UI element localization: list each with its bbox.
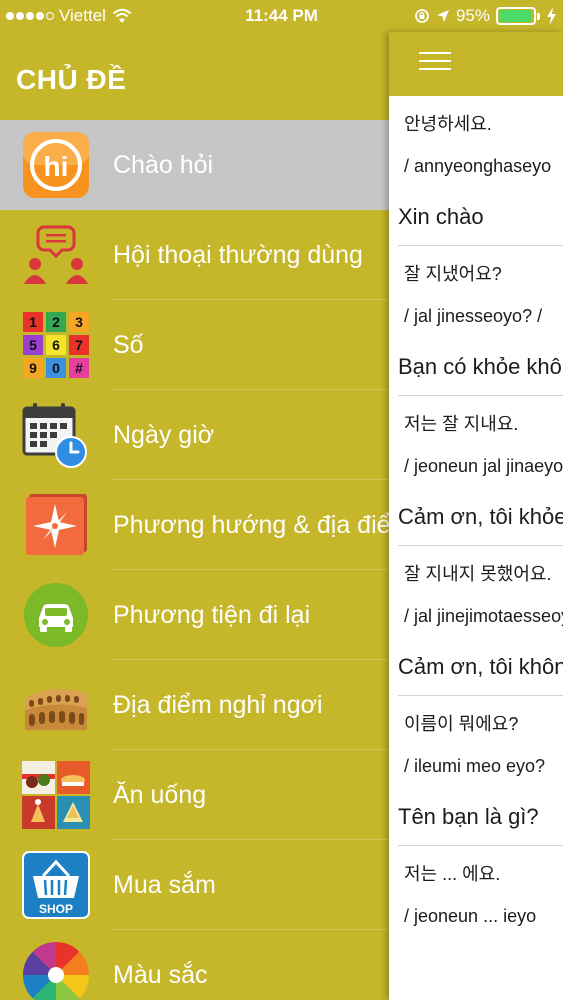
svg-text:SHOP: SHOP: [39, 902, 73, 916]
menu-item-greetings[interactable]: hi Chào hỏi: [0, 120, 389, 210]
status-left: Viettel: [6, 6, 132, 26]
phrase-list[interactable]: 안녕하세요. / annyeonghaseyo Xin chào 잘 지냈어요?…: [389, 96, 563, 1000]
menu-item-label: Ngày giờ: [113, 420, 215, 449]
menu-item-label: Màu sắc: [113, 960, 208, 989]
menu-item-label: Số: [113, 330, 144, 359]
hi-greeting-icon: hi: [23, 132, 89, 198]
svg-text:6: 6: [52, 337, 60, 353]
wifi-icon: [112, 8, 132, 23]
compass-icon: [26, 494, 87, 555]
sidebar-title: CHỦ ĐỀ: [16, 64, 127, 95]
phrase-translation[interactable]: Cảm ơn, tôi không khỏe: [389, 642, 563, 696]
menu-item-label: Ăn uống: [113, 780, 207, 809]
hamburger-menu-icon[interactable]: [419, 52, 451, 74]
menu-item-label: Phương hướng & địa điểm: [113, 510, 389, 539]
number-keypad-icon: 1 2 3 5 6 7 9 0 #: [23, 312, 89, 378]
rotation-lock-icon: [415, 9, 429, 23]
menu-item-food[interactable]: Ăn uống: [0, 750, 389, 840]
menu-item-transport[interactable]: Phương tiện đi lại: [0, 570, 389, 660]
phrase-romanization[interactable]: / jal jinejimotaesseoyo: [389, 594, 563, 642]
status-right: 95%: [414, 6, 557, 26]
menu-item-leisure-places[interactable]: Địa điểm nghỉ ngơi: [0, 660, 389, 750]
svg-text:3: 3: [75, 314, 83, 330]
topic-menu: hi Chào hỏi Hội thoại thường dùng 1 2 3 …: [0, 120, 389, 1000]
menu-item-date-time[interactable]: Ngày giờ: [0, 390, 389, 480]
phrase-translation[interactable]: Xin chào: [389, 192, 563, 246]
status-bar: Viettel 11:44 PM 95%: [0, 0, 563, 32]
calendar-clock-icon: [22, 403, 87, 468]
svg-text:0: 0: [52, 360, 60, 376]
menu-item-colors[interactable]: Màu sắc: [0, 930, 389, 1000]
phrase-romanization[interactable]: / jeoneun ... ieyo: [389, 894, 563, 942]
panel-header: [389, 32, 563, 96]
menu-item-shopping[interactable]: SHOP Mua sắm: [0, 840, 389, 930]
phrase-romanization[interactable]: / annyeonghaseyo: [389, 144, 563, 192]
colosseum-icon: [25, 688, 87, 730]
phrase-romanization[interactable]: / jal jinesseoyo? /: [389, 294, 563, 342]
svg-text:2: 2: [52, 314, 60, 330]
menu-item-label: Phương tiện đi lại: [113, 600, 311, 629]
battery-percent: 95%: [455, 6, 490, 25]
food-icon: [22, 761, 90, 829]
svg-text:hi: hi: [44, 151, 69, 182]
battery-icon: [496, 7, 540, 25]
phrase-panel: 안녕하세요. / annyeonghaseyo Xin chào 잘 지냈어요?…: [389, 32, 563, 1000]
color-wheel-icon: [23, 942, 89, 1000]
location-arrow-icon: [436, 10, 449, 22]
menu-item-conversation[interactable]: Hội thoại thường dùng: [0, 210, 389, 300]
phrase-translation[interactable]: Tên bạn là gì?: [389, 792, 563, 846]
phrase-korean[interactable]: 저는 잘 지내요.: [389, 396, 563, 444]
menu-item-label: Địa điểm nghỉ ngơi: [113, 690, 323, 719]
phrase-korean[interactable]: 이름이 뭐에요?: [389, 696, 563, 744]
phrase-korean[interactable]: 저는 ... 에요.: [389, 846, 563, 894]
phrase-korean[interactable]: 잘 지내지 못했어요.: [389, 546, 563, 594]
shopping-basket-icon: SHOP: [22, 851, 90, 919]
menu-item-numbers[interactable]: 1 2 3 5 6 7 9 0 # Số: [0, 300, 389, 390]
svg-text:7: 7: [75, 337, 83, 353]
car-icon: [24, 583, 88, 647]
battery-fill: [499, 10, 532, 22]
menu-item-label: Hội thoại thường dùng: [113, 240, 363, 269]
menu-item-label: Chào hỏi: [113, 150, 214, 179]
phrase-translation[interactable]: Cảm ơn, tôi khỏe: [389, 492, 563, 546]
phrase-romanization[interactable]: / jeoneun jal jinaeyo: [389, 444, 563, 492]
svg-text:1: 1: [29, 314, 37, 330]
phrase-korean[interactable]: 안녕하세요.: [389, 96, 563, 144]
phrase-korean[interactable]: 잘 지냈어요?: [389, 246, 563, 294]
phrase-romanization[interactable]: / ileumi meo eyo?: [389, 744, 563, 792]
charging-bolt-icon: [547, 7, 556, 25]
conversation-people-icon: [24, 225, 88, 284]
menu-item-label: Mua sắm: [113, 870, 216, 899]
svg-text:5: 5: [29, 337, 37, 353]
svg-text:9: 9: [29, 360, 37, 376]
phrase-translation[interactable]: Bạn có khỏe không?: [389, 342, 563, 396]
cell-signal-icon: [6, 12, 54, 20]
svg-text:#: #: [75, 360, 83, 376]
menu-item-directions[interactable]: Phương hướng & địa điểm: [0, 480, 389, 570]
carrier-name: Viettel: [59, 6, 106, 25]
